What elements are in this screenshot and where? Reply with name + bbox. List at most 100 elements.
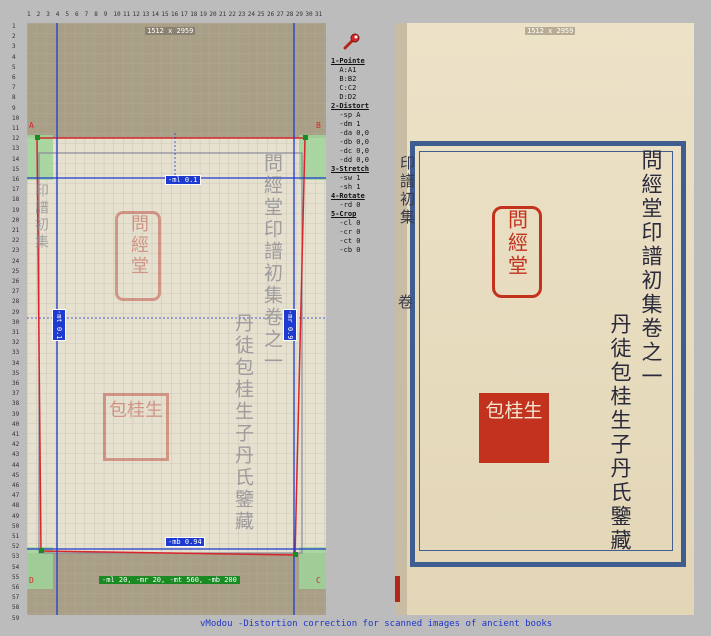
ruler-side-tick: 16: [12, 176, 20, 183]
corner-d-handle[interactable]: [39, 548, 44, 553]
command-item[interactable]: B:B2: [331, 75, 391, 84]
left-seal-1-text: 問經堂: [128, 214, 149, 277]
ml-guide-label[interactable]: -ml 0.1: [165, 175, 201, 185]
corner-d-label: D: [29, 576, 34, 585]
ruler-side-tick: 12: [12, 135, 20, 143]
ruler-side-tick: 22: [12, 237, 20, 245]
right-book-line2: 丹徒包桂生子丹氏鑒藏: [608, 313, 632, 553]
ruler-side-tick: 20: [12, 216, 20, 224]
ruler-side-tick: 55: [12, 573, 20, 581]
ruler-side-tick: 5: [12, 63, 16, 71]
corner-c-handle[interactable]: [293, 552, 298, 557]
ruler-side-tick: 54: [12, 563, 20, 571]
command-item[interactable]: A:A1: [331, 66, 391, 75]
ruler-top-tick: 9: [103, 11, 108, 18]
ruler-side-tick: 25: [12, 267, 20, 275]
ruler-top-tick: 27: [276, 11, 284, 18]
corrected-image-panel[interactable]: 1512 x 2959 問經堂印譜初集卷之一 丹徒包桂生子丹氏鑒藏 印譜初集 卷…: [395, 23, 694, 615]
ruler-side-tick: 52: [12, 543, 20, 551]
ruler-top-tick: 6: [75, 11, 79, 18]
command-item[interactable]: D:D2: [331, 93, 391, 102]
command-item[interactable]: -da 0,0: [331, 129, 391, 138]
command-item[interactable]: -dc 0,0: [331, 147, 391, 156]
ruler-side-tick: 1: [12, 23, 16, 30]
mt-guide-label[interactable]: -mt 0.1: [52, 309, 66, 341]
ruler-side-tick: 17: [12, 186, 20, 194]
ruler-side-tick: 49: [12, 512, 20, 520]
right-seal-1-text: 問經堂: [504, 209, 529, 278]
wrench-icon[interactable]: [343, 32, 361, 50]
ruler-top-tick: 5: [65, 11, 70, 18]
ruler-side-tick: 56: [12, 584, 20, 591]
command-item[interactable]: -db 0,0: [331, 138, 391, 147]
ruler-side-tick: 9: [12, 104, 16, 112]
ruler-side-tick: 19: [12, 206, 20, 214]
ruler-top-tick: 2: [36, 11, 41, 18]
source-image-panel[interactable]: 1512 x 2959 A B C D 問經堂印譜初集卷之一 丹徒包桂生子丹氏鑒…: [27, 23, 326, 615]
corner-b-handle[interactable]: [303, 135, 308, 140]
corner-a-handle[interactable]: [35, 135, 40, 140]
command-item[interactable]: -sp A: [331, 111, 391, 120]
ruler-side-tick: 35: [12, 369, 20, 377]
ruler-side-tick: 46: [12, 482, 20, 489]
command-item[interactable]: -cr 0: [331, 228, 391, 237]
ruler-side-tick: 4: [12, 53, 16, 61]
mr-guide-label[interactable]: -mr 0.9: [283, 309, 297, 341]
ruler-side-tick: 15: [12, 165, 20, 173]
command-section-heading: 3-Stretch: [331, 165, 369, 173]
command-item[interactable]: -sw 1: [331, 174, 391, 183]
ruler-side-tick: 29: [12, 308, 20, 316]
footer-caption: vModou -Distortion correction for scanne…: [200, 619, 553, 629]
corner-c-label: C: [316, 576, 321, 585]
ruler-top-tick: 17: [180, 11, 188, 18]
corner-a-label: A: [29, 121, 34, 130]
ruler-top-tick: 13: [142, 11, 150, 18]
mb-guide-label[interactable]: -mb 0.94: [165, 537, 205, 547]
ruler-side-tick: 57: [12, 594, 20, 602]
ruler-top-tick: 28: [286, 11, 294, 18]
ruler-side-tick: 37: [12, 390, 20, 398]
command-item[interactable]: -sh 1: [331, 183, 391, 192]
command-item[interactable]: -ct 0: [331, 237, 391, 246]
ruler-side-tick: 30: [12, 318, 20, 326]
ruler-side-tick: 36: [12, 380, 20, 387]
command-item[interactable]: -rd 0: [331, 201, 391, 210]
command-panel: 1-Pointe A:A1 B:B2 C:C2 D:D2 2-Distort -s…: [331, 57, 391, 255]
left-book-line2: 丹徒包桂生子丹氏鑒藏: [232, 313, 254, 533]
right-margin-char: 卷: [398, 293, 414, 311]
ruler-side-tick: 10: [12, 114, 20, 122]
command-item[interactable]: C:C2: [331, 84, 391, 93]
command-item[interactable]: -cb 0: [331, 246, 391, 255]
ruler-side-tick: 23: [12, 247, 20, 255]
ruler-side-tick: 3: [12, 43, 16, 51]
ruler-side-tick: 31: [12, 329, 20, 336]
left-seal-2: 包桂生: [103, 393, 169, 461]
ruler-top-tick: 19: [199, 11, 208, 18]
ruler-side-tick: 6: [12, 74, 16, 81]
ruler-top-tick: 8: [94, 11, 98, 18]
ruler-side-tick: 41: [12, 431, 20, 438]
command-item[interactable]: -cl 0: [331, 219, 391, 228]
ruler-top-tick: 21: [219, 11, 227, 18]
command-item[interactable]: -dd 0,0: [331, 156, 391, 165]
ruler-side-tick: 2: [12, 33, 16, 41]
side-ruler: 1 2 3 4 5 6 7 8 9 10 11 12 13 14 15 16 17 18 19 20 21 22 23 24 2…: [10, 23, 26, 622]
ruler-top-tick: 10: [113, 11, 121, 18]
ruler-top-tick: 20: [209, 11, 217, 18]
ruler-side-tick: 48: [12, 502, 20, 510]
left-book-title: 問經堂印譜初集卷之一: [261, 153, 283, 373]
ruler-side-tick: 50: [12, 522, 20, 530]
ruler-top-tick: 4: [55, 11, 60, 18]
right-book-title: 問經堂印譜初集卷之一: [639, 149, 663, 389]
ruler-side-tick: 32: [12, 339, 20, 347]
ruler-side-tick: 39: [12, 410, 20, 418]
ruler-side-tick: 58: [12, 604, 20, 612]
right-strip-text: 印譜初集: [398, 155, 416, 227]
ruler-side-tick: 44: [12, 461, 20, 469]
command-item[interactable]: -dm 1: [331, 120, 391, 129]
command-section-heading: 4-Rotate: [331, 192, 365, 200]
ruler-side-tick: 38: [12, 400, 20, 408]
ruler-top-tick: 3: [46, 11, 50, 18]
ruler-top-tick: 15: [161, 11, 169, 18]
ruler-top-tick: 26: [267, 11, 275, 18]
